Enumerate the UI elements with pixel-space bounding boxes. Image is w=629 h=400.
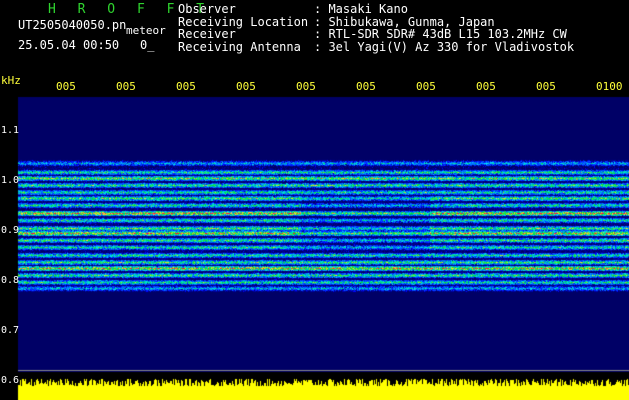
x-tick-label: 005 — [536, 80, 556, 93]
x-tick-label: 005 — [416, 80, 436, 93]
hrofft-window: H R O F F T UT2505040050.pn meteor 25.05… — [0, 0, 629, 400]
info-key: Observer — [178, 2, 236, 16]
detection-counter: 0_ — [140, 38, 155, 52]
detection-tag: meteor — [126, 24, 166, 37]
x-tick-label: 0100 — [596, 80, 623, 93]
y-tick-label: 1.1 — [1, 125, 20, 136]
x-tick-label: 005 — [476, 80, 496, 93]
info-value: : RTL-SDR SDR# 43dB L15 103.2MHz CW — [314, 27, 567, 41]
y-tick-label: 1.0 — [1, 175, 20, 186]
capture-datetime: 25.05.04 00:50 — [18, 38, 120, 52]
x-tick-label: 005 — [56, 80, 76, 93]
info-key: Receiver — [178, 27, 236, 41]
x-tick-label: 005 — [356, 80, 376, 93]
x-tick-label: 005 — [236, 80, 256, 93]
y-tick-label: 0.9 — [1, 225, 20, 236]
info-value: : Masaki Kano — [314, 2, 408, 16]
info-key: Receiving Antenna — [178, 39, 301, 54]
y-tick-label: 0.7 — [1, 325, 20, 336]
info-row-antenna: Receiving Antenna : 3el Yagi(V) Az 330 f… — [178, 39, 575, 54]
y-tick-label: 0.6 — [1, 375, 20, 386]
image-filename: UT2505040050.pn — [18, 18, 127, 32]
info-row-observer: Observer : Masaki Kano — [178, 3, 574, 16]
x-tick-label: 005 — [296, 80, 316, 93]
x-tick-label: 005 — [116, 80, 136, 93]
y-axis-unit: kHz — [1, 74, 21, 87]
info-value: : 3el Yagi(V) Az 330 for Vladivostok — [314, 39, 575, 54]
info-row-receiver: Receiver : RTL-SDR SDR# 43dB L15 103.2MH… — [178, 28, 574, 41]
spectrogram — [0, 0, 629, 400]
x-tick-label: 005 — [176, 80, 196, 93]
station-info: Observer : Masaki Kano Receiving Locatio… — [178, 3, 574, 53]
y-tick-label: 0.8 — [1, 275, 20, 286]
